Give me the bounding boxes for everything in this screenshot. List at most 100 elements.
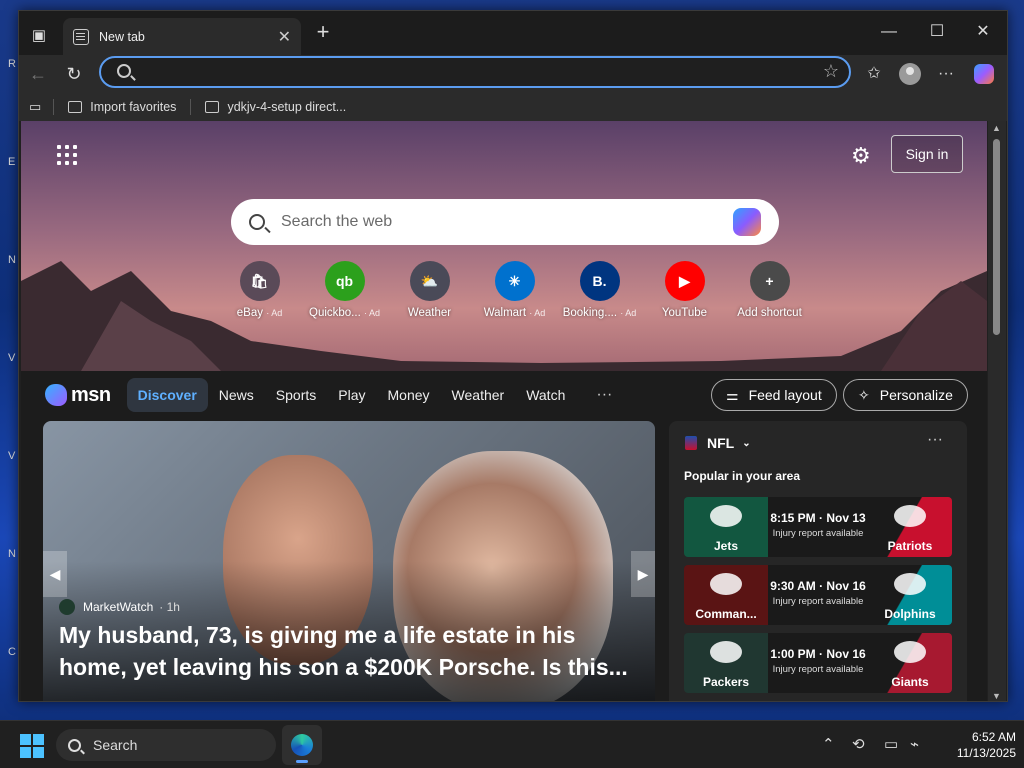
web-search-box[interactable]: Search the web [231, 199, 779, 245]
profile-button[interactable] [897, 61, 923, 87]
desktop-icon-label[interactable]: N [8, 548, 16, 560]
msn-tab-watch[interactable]: Watch [515, 378, 576, 412]
team-logo-icon [894, 641, 926, 663]
favorites-icon[interactable]: ✩ [861, 61, 887, 87]
clock-time: 6:52 AM [971, 730, 1016, 744]
scroll-up-icon[interactable]: ▲ [992, 123, 1001, 133]
shortcut-4[interactable]: B. Booking.... · Ad [557, 261, 642, 319]
favorite-setup-link[interactable]: ydkjv-4-setup direct... [205, 100, 346, 114]
injury-note: Injury report available [772, 664, 864, 675]
scroll-down-icon[interactable]: ▼ [992, 691, 1001, 701]
msn-tab-weather[interactable]: Weather [441, 378, 516, 412]
personalize-button[interactable]: ✧ Personalize [843, 379, 968, 411]
refresh-icon[interactable]: ↻ [61, 61, 87, 87]
taskbar: Search ⌃ ⟲ ▭ ⌁ 6:52 AM 11/13/2025 [0, 720, 1024, 768]
desktop-icon-label[interactable]: E [8, 156, 15, 168]
shortcut-3[interactable]: ✳ Walmart · Ad [472, 261, 557, 319]
clock[interactable]: 6:52 AM 11/13/2025 [936, 729, 1016, 761]
home-team-name: Jets [713, 539, 739, 553]
tab-actions-icon[interactable]: ▣ [27, 23, 51, 47]
back-icon[interactable]: ← [25, 61, 51, 87]
msn-tab-play[interactable]: Play [327, 378, 376, 412]
settings-more-icon[interactable]: ··· [933, 61, 959, 87]
game-card[interactable]: Comman... 9:30 AM · Nov 16 Injury report a… [684, 565, 952, 625]
reading-mode-icon[interactable]: ▭ [29, 99, 41, 115]
minimize-button[interactable]: — [869, 21, 909, 45]
msn-tab-sports[interactable]: Sports [265, 378, 327, 412]
game-info: 8:15 PM · Nov 13 Injury report available [768, 497, 868, 557]
feed-layout-button[interactable]: ⚌ Feed layout [711, 379, 837, 411]
maximize-button[interactable]: ☐ [917, 21, 957, 45]
apps-launcher-icon[interactable] [57, 145, 77, 165]
msn-tab-news[interactable]: News [208, 378, 265, 412]
shortcut-icon: ✳ [494, 261, 535, 301]
gear-icon[interactable]: ⚙ [851, 143, 871, 169]
game-time: 8:15 PM · Nov 13 [770, 511, 866, 525]
game-card[interactable]: Jets 8:15 PM · Nov 13 Injury report availa… [684, 497, 952, 557]
shortcut-6[interactable]: + Add shortcut [727, 261, 812, 319]
ad-badge: · Ad [363, 308, 380, 318]
start-button[interactable] [20, 734, 44, 758]
featured-article-card[interactable]: ◀ ▶ MarketWatch · 1h My husband, 73, is … [43, 421, 655, 701]
shortcut-label: Add shortcut [737, 307, 802, 319]
title-bar: ▣ New tab ✕ + — ☐ ✕ [19, 11, 1007, 55]
carousel-next-icon[interactable]: ▶ [631, 551, 655, 597]
copilot-icon [974, 64, 994, 84]
ad-badge: · Ad [620, 308, 637, 318]
favorite-star-icon[interactable]: ☆ [823, 61, 839, 82]
browser-window: ▣ New tab ✕ + — ☐ ✕ ← ↻ ☆ ✩ ··· ▭ Import… [18, 10, 1008, 702]
clock-date: 11/13/2025 [956, 746, 1016, 760]
shortcut-2[interactable]: ⛅ Weather [387, 261, 472, 319]
address-bar[interactable]: ☆ [99, 56, 851, 88]
desktop-icon-label[interactable]: N [8, 254, 16, 266]
address-toolbar: ← ↻ ☆ ✩ ··· [19, 55, 1007, 93]
avatar [899, 63, 921, 85]
article-headline[interactable]: My husband, 73, is giving me a life esta… [59, 619, 639, 683]
address-input[interactable] [141, 62, 781, 82]
favbar-divider [53, 99, 55, 115]
msn-tab-money[interactable]: Money [377, 378, 441, 412]
chevron-up-icon[interactable]: ⌃ [822, 735, 835, 753]
team-logo-icon [894, 505, 926, 527]
msn-logo[interactable]: msn [45, 384, 111, 407]
display-icon[interactable]: ▭ [884, 735, 898, 753]
away-team: Patriots [868, 497, 952, 557]
desktop-icon-label[interactable]: V [8, 352, 15, 364]
desktop-icon-label[interactable]: V [8, 450, 15, 462]
nfl-widget: NFL ⌄ ··· Popular in your area Jets 8:15 … [669, 421, 967, 701]
shortcut-label: eBay [236, 307, 263, 319]
copilot-icon[interactable] [733, 208, 761, 236]
taskbar-search-label: Search [93, 737, 138, 753]
msn-nav-tabs: Discover News Sports Play Money Weather Watch [126, 378, 577, 412]
desktop-icon-label[interactable]: R [8, 58, 16, 70]
desktop-icon-label[interactable]: C [8, 646, 16, 658]
network-icon[interactable]: ⌁ [910, 735, 919, 753]
copilot-button[interactable] [971, 61, 997, 87]
tab-new-tab[interactable]: New tab ✕ [63, 18, 301, 55]
widget-more-icon[interactable]: ··· [927, 431, 943, 449]
more-icon[interactable]: ··· [596, 386, 612, 404]
shortcut-label: Booking.... [562, 307, 618, 319]
tab-close-icon[interactable]: ✕ [278, 27, 291, 47]
new-tab-button[interactable]: + [311, 21, 335, 45]
scrollbar-thumb[interactable] [993, 139, 1000, 335]
msn-tab-discover[interactable]: Discover [126, 378, 208, 412]
taskbar-search[interactable]: Search [56, 729, 276, 761]
favorite-import[interactable]: Import favorites [68, 100, 176, 114]
shortcut-1[interactable]: qb Quickbo... · Ad [302, 261, 387, 319]
shortcut-label: Walmart [483, 307, 527, 319]
home-team: Comman... [684, 565, 768, 625]
shortcut-5[interactable]: ▶ YouTube [642, 261, 727, 319]
injury-note: Injury report available [772, 528, 864, 539]
newtab-content: ⚙ Sign in Search the web 🛍 eBay · Ad qb Qui… [21, 121, 987, 701]
sign-in-button[interactable]: Sign in [891, 135, 963, 173]
sync-icon[interactable]: ⟲ [852, 735, 865, 753]
msn-logo-text: msn [71, 383, 111, 406]
nfl-header[interactable]: NFL ⌄ [685, 435, 751, 451]
carousel-prev-icon[interactable]: ◀ [43, 551, 67, 597]
edge-taskbar-button[interactable] [282, 725, 322, 765]
page-scrollbar[interactable]: ▲ ▼ [988, 121, 1006, 701]
shortcut-0[interactable]: 🛍 eBay · Ad [217, 261, 302, 319]
game-card[interactable]: Packers 1:00 PM · Nov 16 Injury report ava… [684, 633, 952, 693]
close-button[interactable]: ✕ [963, 21, 1003, 45]
